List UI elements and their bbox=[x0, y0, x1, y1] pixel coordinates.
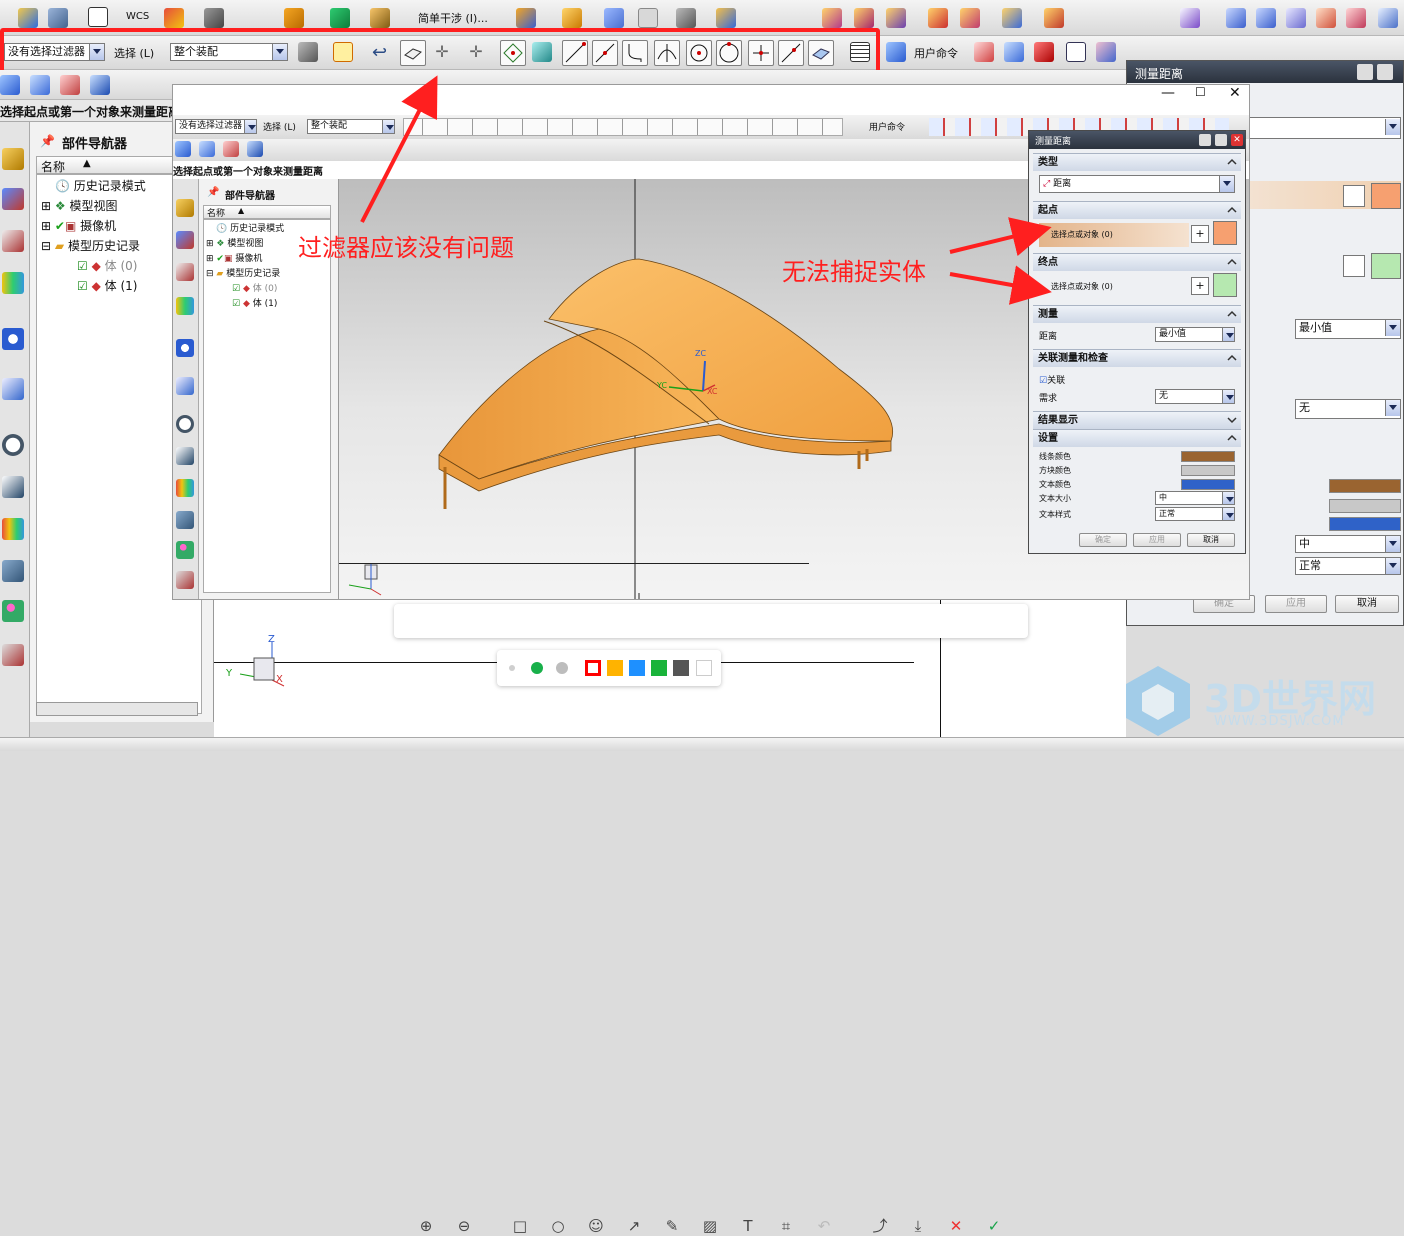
palette-swatch[interactable] bbox=[673, 660, 689, 676]
download-icon[interactable]: ⤓ bbox=[908, 1216, 928, 1236]
arrow-tool-icon[interactable]: ↗ bbox=[624, 1216, 644, 1236]
watermark-url: WWW.3DSJW.COM bbox=[1214, 714, 1345, 729]
palette-swatch[interactable] bbox=[607, 660, 623, 676]
pen-tool-icon[interactable]: ✎ bbox=[662, 1216, 682, 1236]
rectangle-tool-icon[interactable]: □ bbox=[510, 1216, 530, 1236]
palette-swatch[interactable] bbox=[531, 662, 543, 674]
confirm-markup-icon[interactable]: ✓ bbox=[984, 1216, 1004, 1236]
start-point-arrow bbox=[949, 217, 1052, 257]
watermark: 3D世界网 WWW.3DSJW.COM bbox=[1118, 656, 1404, 751]
end-point-arrow bbox=[949, 265, 1052, 305]
filter-arrow bbox=[360, 75, 438, 223]
emoji-tool-icon[interactable]: ☺ bbox=[586, 1216, 606, 1236]
crop-tool-icon[interactable]: ⌗ bbox=[776, 1216, 796, 1236]
palette-swatch[interactable] bbox=[509, 665, 515, 671]
mosaic-tool-icon[interactable]: ▨ bbox=[700, 1216, 720, 1236]
palette-swatch[interactable] bbox=[556, 662, 568, 674]
markup-toolbar: ⊕ ⊖ □ ○ ☺ ↗ ✎ ▨ T ⌗ ↶ ⤴ ⤓ ✕ ✓ bbox=[394, 604, 1028, 1235]
palette-swatch[interactable] bbox=[629, 660, 645, 676]
text-tool-icon[interactable]: T bbox=[738, 1216, 758, 1236]
palette-swatch[interactable] bbox=[585, 660, 601, 676]
share-icon[interactable]: ⤴ bbox=[870, 1216, 890, 1236]
circle-tool-icon[interactable]: ○ bbox=[548, 1216, 568, 1236]
palette-swatch[interactable] bbox=[696, 660, 712, 676]
annotation-arrows bbox=[360, 75, 1052, 305]
watermark-cube-icon bbox=[1126, 666, 1190, 736]
cancel-markup-icon[interactable]: ✕ bbox=[946, 1216, 966, 1236]
snap-annotation-text: 无法捕捉实体 bbox=[782, 258, 926, 286]
palette-swatch[interactable] bbox=[651, 660, 667, 676]
zoom-out-icon[interactable]: ⊖ bbox=[454, 1216, 474, 1236]
filter-annotation-text: 过滤器应该没有问题 bbox=[298, 234, 514, 262]
zoom-in-icon[interactable]: ⊕ bbox=[416, 1216, 436, 1236]
undo-icon[interactable]: ↶ bbox=[814, 1216, 834, 1236]
